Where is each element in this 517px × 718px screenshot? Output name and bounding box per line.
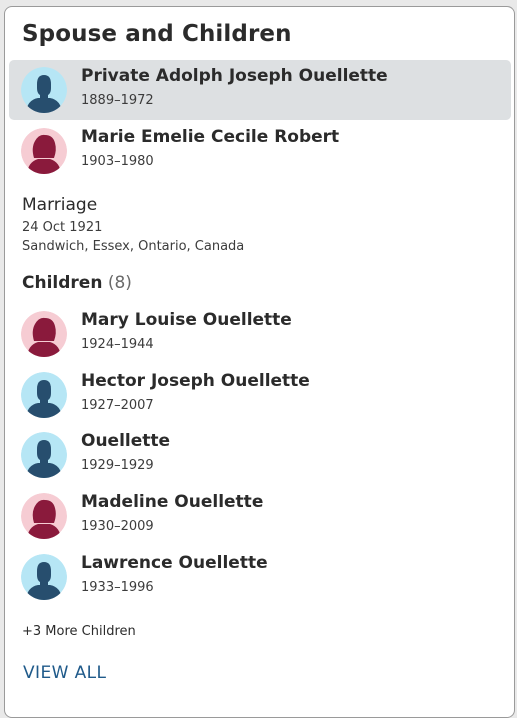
person-row-child[interactable]: Ouellette 1929–1929 bbox=[9, 425, 511, 485]
section-title: Spouse and Children bbox=[22, 21, 292, 47]
person-name[interactable]: Marie Emelie Cecile Robert bbox=[81, 127, 339, 147]
person-row-spouse-2[interactable]: Marie Emelie Cecile Robert 1903–1980 bbox=[9, 121, 511, 181]
spouse-and-children-card: Spouse and Children Private Adolph Josep… bbox=[4, 6, 515, 718]
male-avatar-icon bbox=[21, 554, 67, 600]
children-count: (8) bbox=[107, 273, 132, 293]
person-dates: 1933–1996 bbox=[81, 580, 154, 595]
children-header: Children (8) bbox=[22, 273, 132, 293]
person-name[interactable]: Mary Louise Ouellette bbox=[81, 310, 292, 330]
marriage-label: Marriage bbox=[22, 195, 98, 215]
person-dates: 1889–1972 bbox=[81, 93, 154, 108]
person-dates: 1924–1944 bbox=[81, 337, 154, 352]
person-dates: 1927–2007 bbox=[81, 398, 154, 413]
marriage-date: 24 Oct 1921 bbox=[22, 220, 103, 235]
female-avatar-icon bbox=[21, 493, 67, 539]
person-name[interactable]: Madeline Ouellette bbox=[81, 492, 263, 512]
person-dates: 1929–1929 bbox=[81, 458, 154, 473]
male-avatar-icon bbox=[21, 432, 67, 478]
person-row-spouse-1[interactable]: Private Adolph Joseph Ouellette 1889–197… bbox=[9, 60, 511, 120]
female-avatar-icon bbox=[21, 311, 67, 357]
person-name[interactable]: Lawrence Ouellette bbox=[81, 553, 268, 573]
person-dates: 1930–2009 bbox=[81, 519, 154, 534]
more-children-text: +3 More Children bbox=[22, 624, 136, 639]
person-name[interactable]: Private Adolph Joseph Ouellette bbox=[81, 66, 388, 86]
children-label: Children bbox=[22, 273, 103, 293]
person-row-child[interactable]: Madeline Ouellette 1930–2009 bbox=[9, 486, 511, 546]
person-row-child[interactable]: Mary Louise Ouellette 1924–1944 bbox=[9, 304, 511, 364]
female-avatar-icon bbox=[21, 128, 67, 174]
person-dates: 1903–1980 bbox=[81, 154, 154, 169]
person-name[interactable]: Ouellette bbox=[81, 431, 170, 451]
male-avatar-icon bbox=[21, 372, 67, 418]
person-name[interactable]: Hector Joseph Ouellette bbox=[81, 371, 310, 391]
male-avatar-icon bbox=[21, 67, 67, 113]
person-row-child[interactable]: Lawrence Ouellette 1933–1996 bbox=[9, 547, 511, 607]
person-row-child[interactable]: Hector Joseph Ouellette 1927–2007 bbox=[9, 365, 511, 425]
view-all-link[interactable]: VIEW ALL bbox=[23, 663, 106, 683]
marriage-place: Sandwich, Essex, Ontario, Canada bbox=[22, 239, 245, 254]
